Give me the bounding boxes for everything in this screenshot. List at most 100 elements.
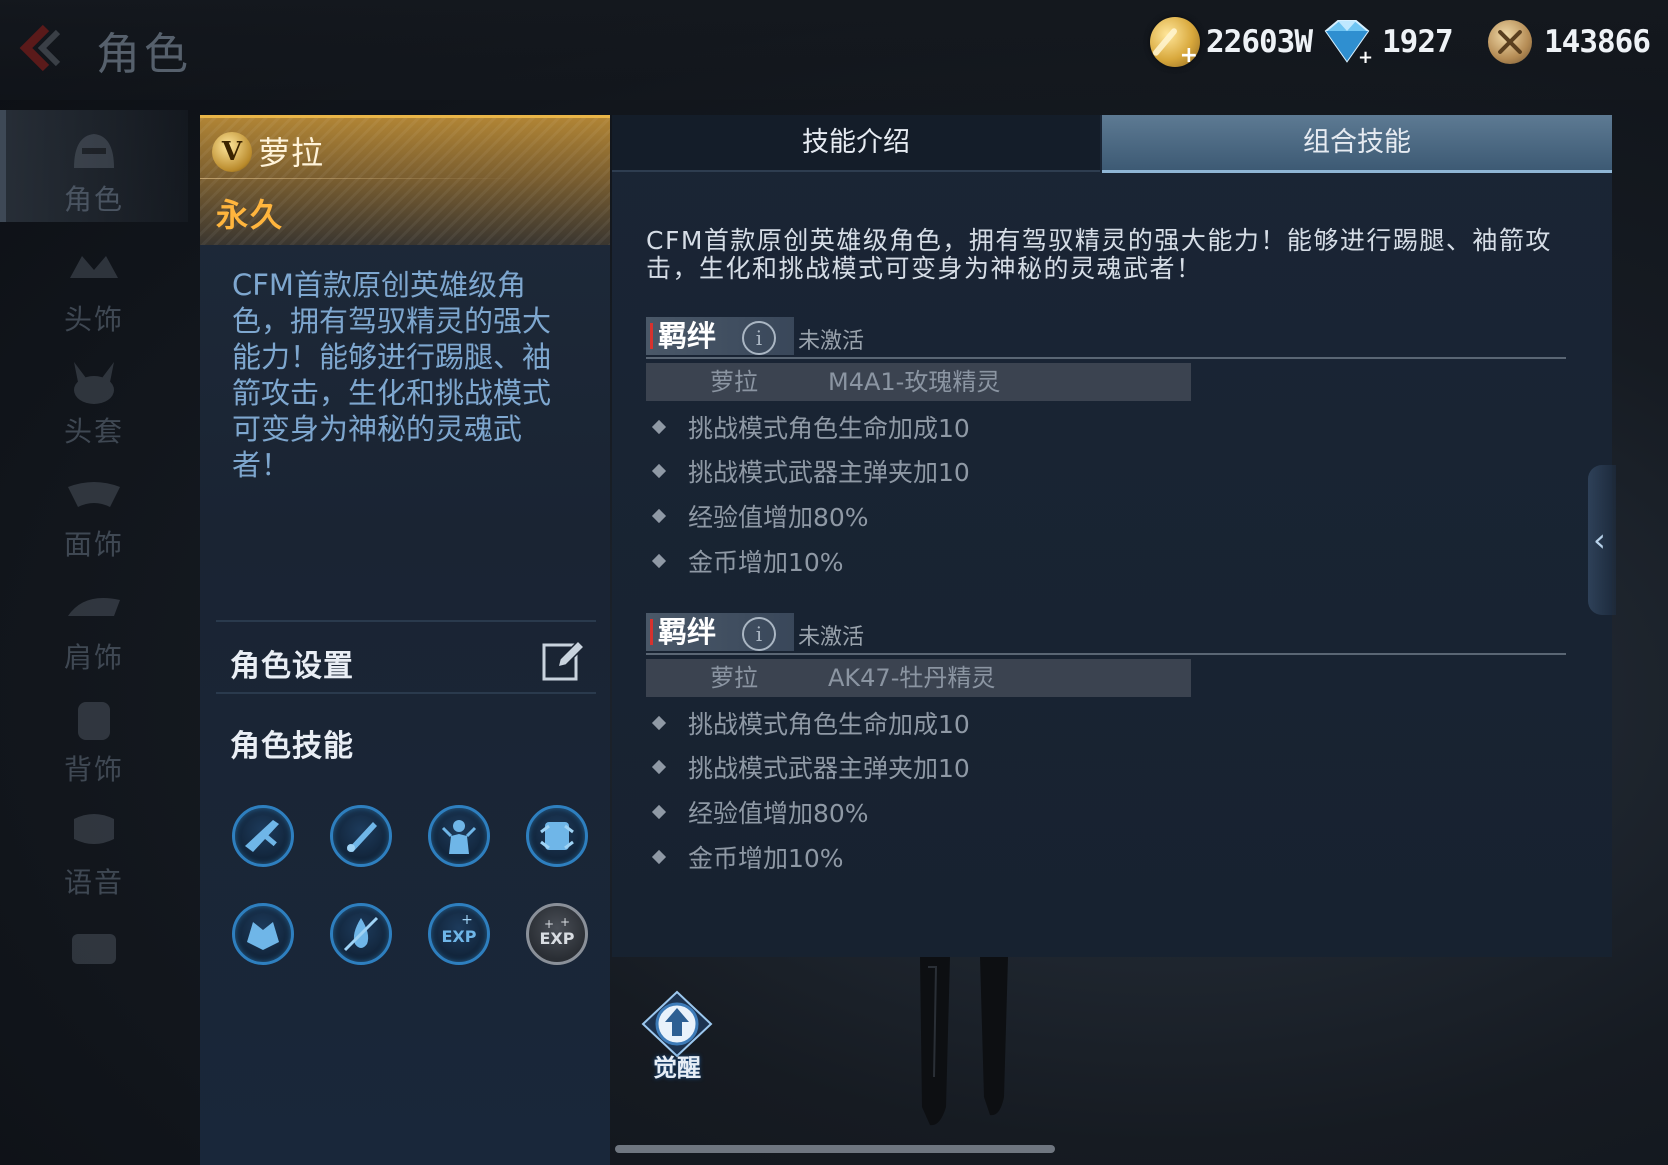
soldier-skill-icon[interactable]	[428, 805, 490, 867]
chat-bubble-icon	[64, 928, 124, 974]
tab-skill-intro[interactable]: 技能介绍	[612, 115, 1100, 172]
gold-coin-icon: +	[1150, 17, 1200, 67]
bond-divider	[646, 653, 1566, 655]
honor-currency[interactable]: 143866	[1488, 14, 1651, 70]
bond-status: 未激活	[798, 329, 865, 354]
bond-effect: 经验值增加80%	[651, 498, 869, 534]
bond-tag: 羁绊 i	[646, 613, 794, 651]
svg-text:EXP: EXP	[540, 929, 575, 948]
chevron-left-icon: ‹	[1593, 521, 1606, 559]
sidebar-item-character[interactable]: 角色	[0, 110, 188, 222]
no-bleed-skill-icon[interactable]	[330, 903, 392, 965]
sidebar-item-voice[interactable]: 语音	[0, 793, 188, 905]
character-name: 萝拉	[258, 134, 325, 172]
diamond-bullet-icon	[651, 419, 667, 435]
character-info-panel: V 萝拉 永久 CFM首款原创英雄级角色，拥有驾驭精灵的强大能力！能够进行踢腿、…	[200, 115, 610, 1165]
divider	[216, 692, 596, 694]
diamond-bullet-icon	[651, 759, 667, 775]
info-icon[interactable]: i	[742, 321, 776, 355]
diamond-bullet-icon	[651, 463, 667, 479]
bond-character: 萝拉	[710, 664, 758, 692]
back-button[interactable]	[8, 18, 68, 78]
svg-text:+: +	[544, 917, 554, 931]
diamond-bullet-icon	[651, 715, 667, 731]
sidebar-item-label: 角色	[63, 183, 124, 216]
bond-effect: 金币增加10%	[651, 543, 844, 579]
svg-text:+: +	[1358, 47, 1373, 67]
horizontal-scrollbar[interactable]	[615, 1145, 1055, 1153]
character-icon	[64, 128, 124, 174]
bond-effect: 挑战模式武器主弹夹加10	[651, 453, 970, 489]
bond-effect: 挑战模式角色生命加成10	[651, 409, 970, 445]
sidebar-item-label: 语音	[63, 866, 124, 899]
back-arrow-icon	[19, 24, 61, 72]
diamond-bullet-icon	[651, 849, 667, 865]
info-icon[interactable]: i	[742, 617, 776, 651]
sidebar-item-face-accessory[interactable]: 面饰	[0, 455, 188, 567]
bond-label: 羁绊	[658, 615, 717, 649]
bond-label: 羁绊	[658, 319, 717, 353]
diamond-amount: 1927	[1382, 24, 1454, 60]
bond-requirement-row: 萝拉 AK47-牡丹精灵	[646, 659, 1191, 697]
bond-character: 萝拉	[710, 368, 758, 396]
diamond-icon: +	[1318, 17, 1376, 68]
headwear-icon	[64, 248, 124, 294]
bond-effect: 金币增加10%	[651, 839, 844, 875]
header-divider	[200, 178, 520, 179]
character-model	[900, 957, 1040, 1132]
sidebar-item-label: 头饰	[63, 303, 124, 336]
face-accessory-icon	[64, 473, 124, 519]
character-skills-title: 角色技能	[230, 729, 354, 764]
skill-details-panel: 技能介绍 组合技能 CFM首款原创英雄级角色，拥有驾驭精灵的强大能力！能够进行踢…	[612, 115, 1612, 957]
bond-effect: 经验值增加80%	[651, 794, 869, 830]
edit-icon	[542, 639, 586, 681]
bond-weapon: M4A1-玫瑰精灵	[828, 368, 1001, 396]
combo-description: CFM首款原创英雄级角色，拥有驾驭精灵的强大能力！能够进行踢腿、袖箭攻击，生化和…	[646, 226, 1552, 283]
sidebar-item-shoulder-accessory[interactable]: 肩饰	[0, 568, 188, 680]
bond-weapon: AK47-牡丹精灵	[828, 664, 996, 692]
shoulder-accessory-icon	[64, 586, 124, 632]
vip-badge-icon: V	[212, 132, 252, 172]
diamond-bullet-icon	[651, 508, 667, 524]
character-description: CFM首款原创英雄级角色，拥有驾驭精灵的强大能力！能够进行踢腿、袖箭攻击，生化和…	[232, 268, 552, 482]
awaken-label: 觉醒	[653, 1054, 701, 1082]
sidebar-item-label: 头套	[63, 415, 124, 448]
bond-effect: 挑战模式武器主弹夹加10	[651, 749, 970, 785]
character-settings-title: 角色设置	[230, 649, 354, 684]
gold-amount: 22603W	[1206, 24, 1313, 60]
knife-skill-icon[interactable]	[330, 805, 392, 867]
page-title: 角色	[96, 29, 192, 80]
beast-skill-icon[interactable]	[232, 903, 294, 965]
sidebar-item-back-accessory[interactable]: 背饰	[0, 680, 188, 792]
divider	[216, 620, 596, 622]
awaken-button[interactable]: 觉醒	[632, 990, 722, 1082]
rifle-skill-icon[interactable]	[232, 805, 294, 867]
sidebar-item-more[interactable]	[0, 910, 188, 1022]
bond-status: 未激活	[798, 625, 865, 650]
diamond-currency[interactable]: + 1927	[1318, 14, 1454, 70]
exp-bonus-skill-icon[interactable]: EXP + +	[526, 903, 588, 965]
transform-skill-icon[interactable]	[526, 805, 588, 867]
exp-boost-skill-icon[interactable]: EXP +	[428, 903, 490, 965]
svg-text:+: +	[461, 912, 473, 928]
voice-icon	[64, 811, 124, 857]
character-header: V 萝拉 永久	[200, 115, 610, 245]
collapse-panel-button[interactable]: ‹	[1588, 465, 1616, 615]
sidebar-item-headgear[interactable]: 头套	[0, 342, 188, 454]
svg-text:EXP: EXP	[442, 927, 477, 946]
honor-coin-icon	[1488, 20, 1532, 64]
bond-effect: 挑战模式角色生命加成10	[651, 705, 970, 741]
diamond-bullet-icon	[651, 804, 667, 820]
honor-amount: 143866	[1544, 24, 1651, 60]
edit-settings-button[interactable]	[540, 637, 586, 683]
diamond-bullet-icon	[651, 553, 667, 569]
back-accessory-icon	[64, 698, 124, 744]
bond-requirement-row: 萝拉 M4A1-玫瑰精灵	[646, 363, 1191, 401]
tab-combo-skill[interactable]: 组合技能	[1102, 115, 1612, 173]
sidebar-item-headwear[interactable]: 头饰	[0, 230, 188, 342]
character-duration: 永久	[216, 196, 285, 234]
gold-currency[interactable]: + 22603W	[1150, 14, 1313, 70]
category-sidebar: 角色 头饰 头套 面饰 肩饰 背饰 语音	[0, 110, 188, 1165]
bond-divider	[646, 357, 1566, 359]
sidebar-item-label: 背饰	[63, 753, 124, 786]
